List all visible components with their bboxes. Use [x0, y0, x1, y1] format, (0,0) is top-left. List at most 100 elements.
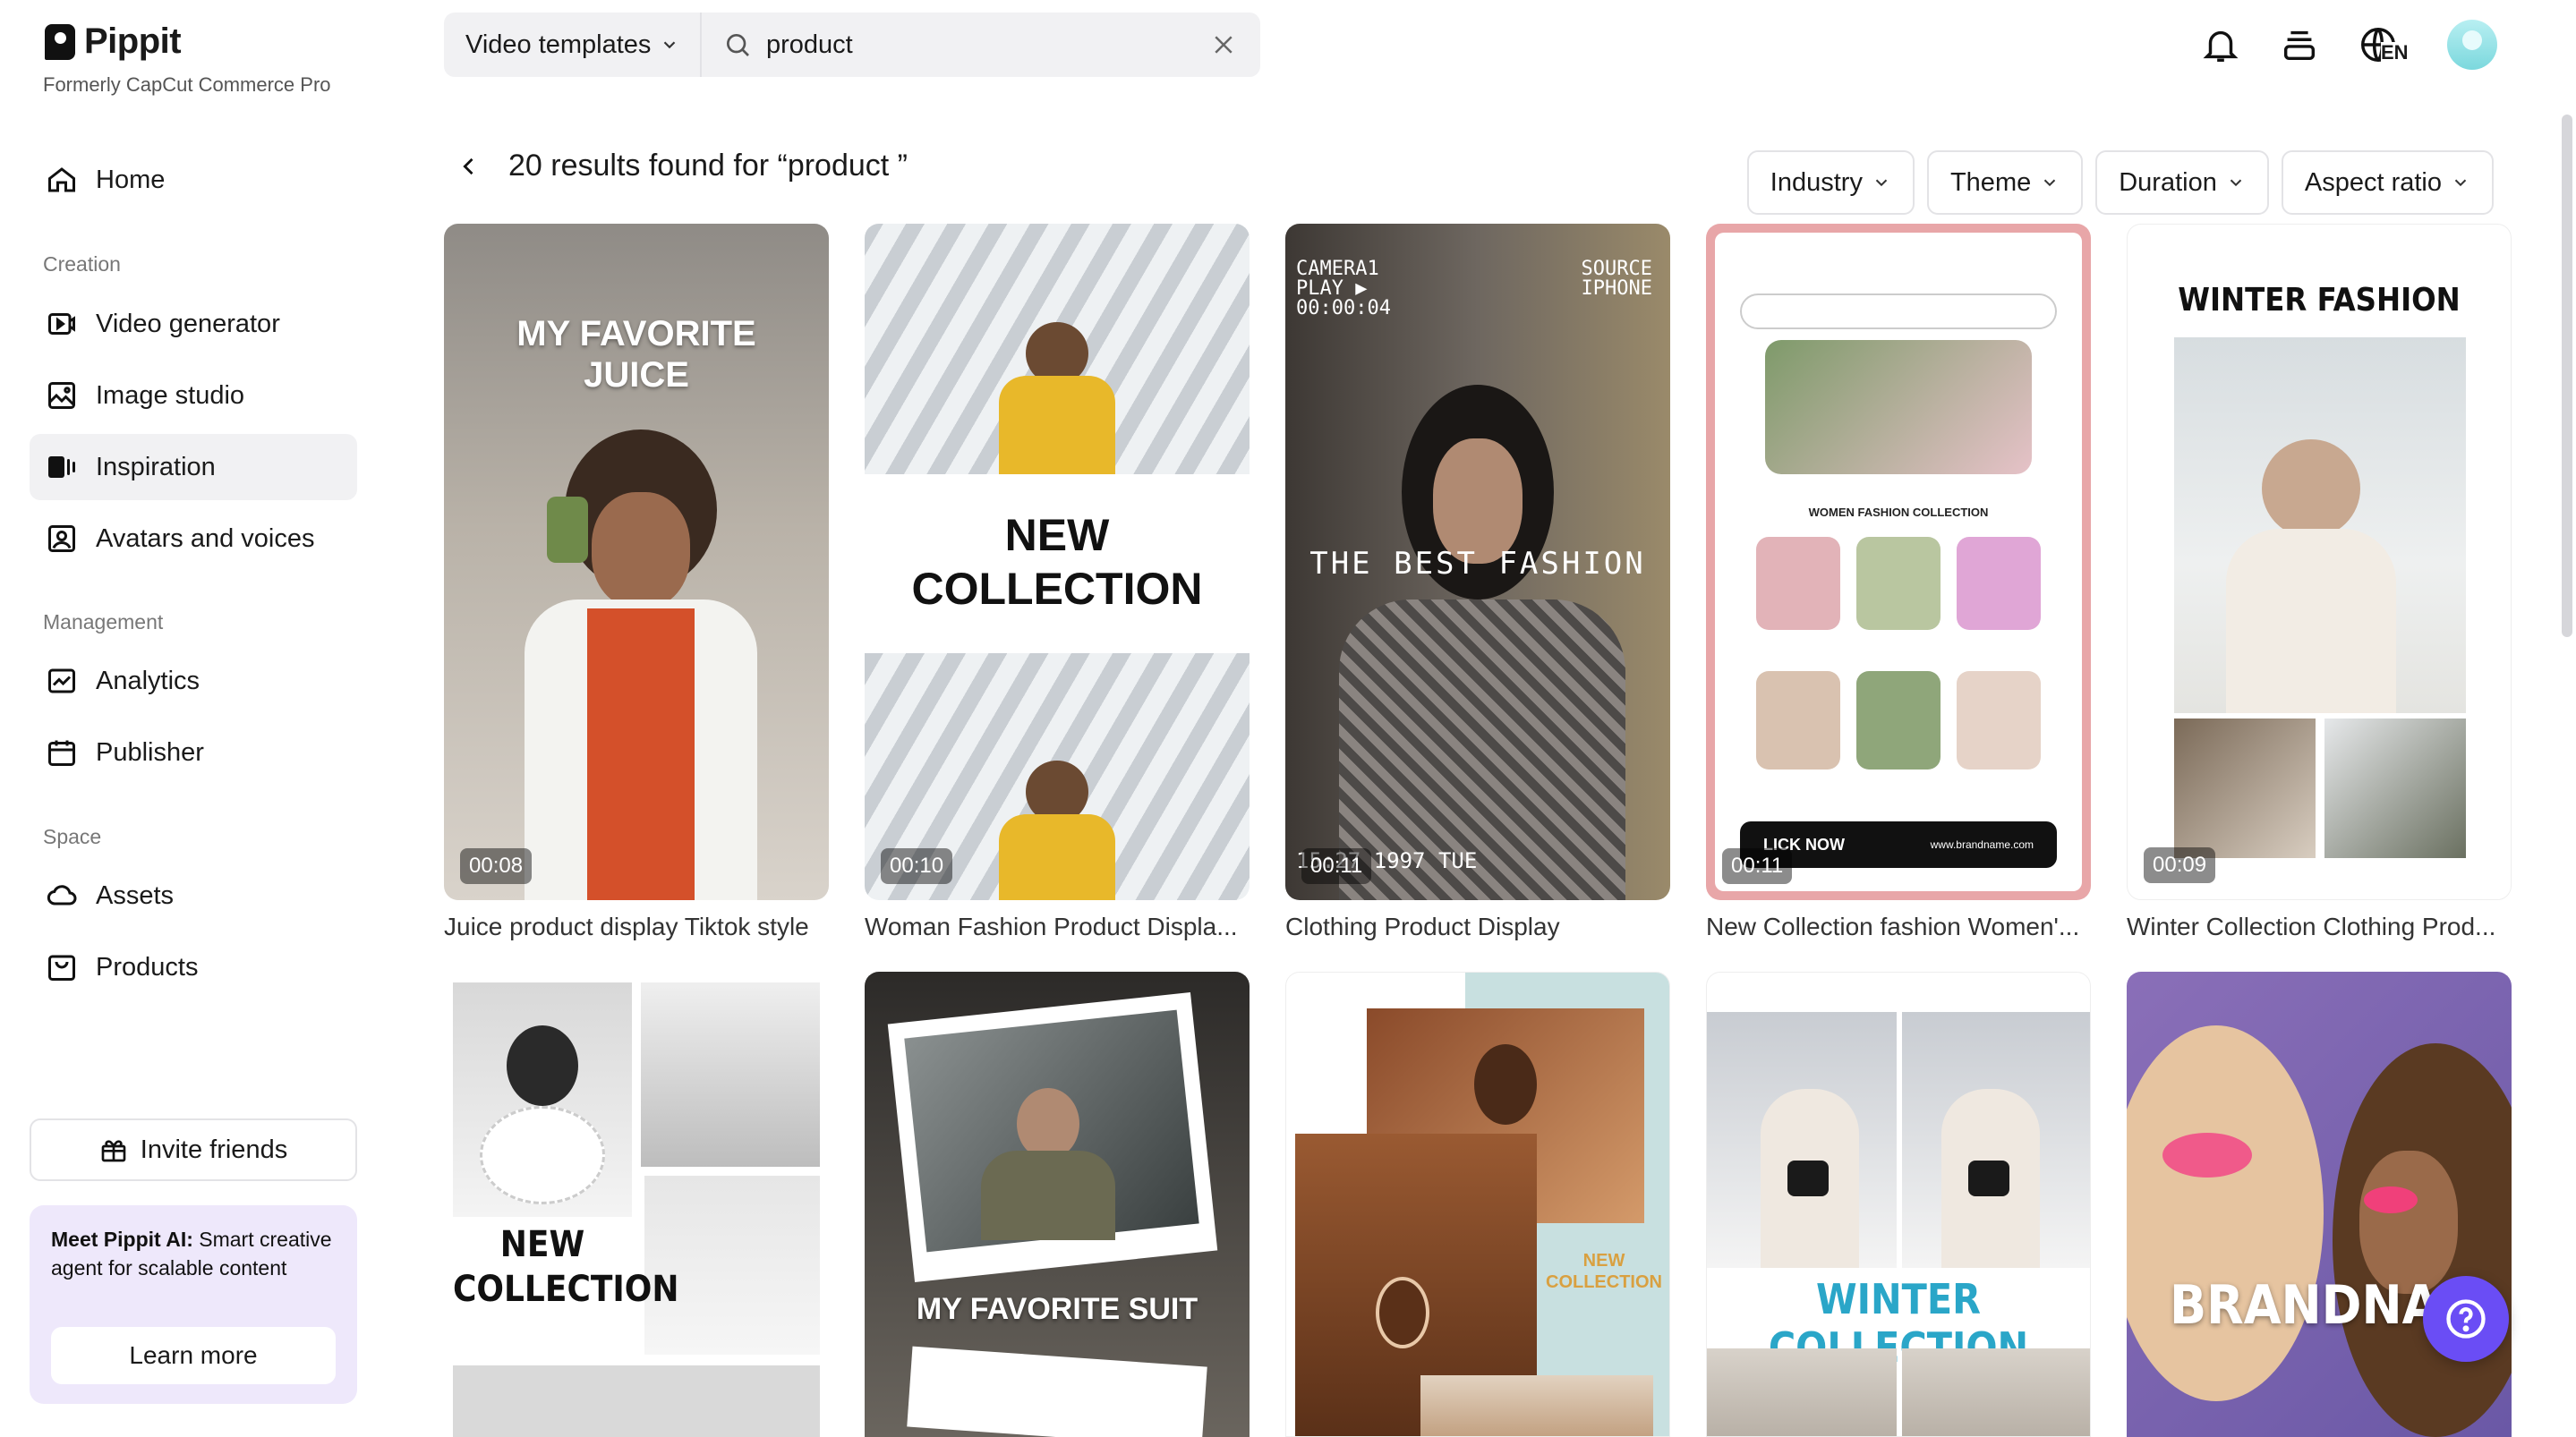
template-overlay-text: MY FAVORITE JUICE: [516, 314, 756, 395]
template-card[interactable]: MY FAVORITE SUIT: [865, 972, 1250, 1437]
sidebar-item-analytics[interactable]: Analytics: [30, 648, 357, 714]
sidebar-item-publisher[interactable]: Publisher: [30, 719, 357, 786]
filter-label: Theme: [1949, 167, 2032, 197]
sidebar-item-label: Video generator: [96, 309, 280, 338]
language-code: EN: [2381, 41, 2409, 64]
template-card[interactable]: MY FAVORITE JUICE 00:08 Juice product di…: [444, 224, 829, 940]
inspiration-icon: [48, 456, 75, 478]
camera-overlay-text: CAMERA1 PLAY ▶ 00:00:04: [1296, 258, 1391, 319]
filter-aspect-ratio[interactable]: Aspect ratio: [2281, 150, 2494, 215]
template-card[interactable]: NEW COLLECTION 00:10 Woman Fashion Produ…: [865, 224, 1250, 940]
filter-duration[interactable]: Duration: [2095, 150, 2269, 215]
help-button[interactable]: [2423, 1276, 2509, 1362]
sidebar-item-label: Home: [96, 165, 166, 194]
sidebar-item-label: Inspiration: [96, 452, 216, 481]
template-thumbnail[interactable]: WOMEN FASHION COLLECTION LICK NOW www.br…: [1706, 224, 2091, 900]
sidebar-item-inspiration[interactable]: Inspiration: [30, 434, 357, 500]
duration-badge: 00:11: [1301, 848, 1372, 884]
scrollbar[interactable]: [2562, 115, 2572, 637]
chevron-down-icon: [2454, 179, 2467, 187]
duration-badge: 00:09: [2144, 847, 2216, 883]
sidebar: Pippit Formerly CapCut Commerce Pro Home…: [0, 0, 385, 1432]
sidebar-item-label: Image studio: [96, 380, 245, 410]
bell-icon[interactable]: [2200, 24, 2241, 65]
chevron-down-icon: [2044, 179, 2056, 187]
brand-logo[interactable]: Pippit: [45, 21, 182, 62]
template-card[interactable]: WOMEN FASHION COLLECTION LICK NOW www.br…: [1706, 224, 2091, 940]
sidebar-item-image-studio[interactable]: Image studio: [30, 362, 357, 429]
duration-badge: 00:08: [460, 848, 533, 884]
source-overlay-text: SOURCE IPHONE: [1581, 258, 1652, 300]
template-card[interactable]: NEW COLLECTION: [444, 972, 829, 1437]
filter-label: Aspect ratio: [2304, 167, 2442, 197]
template-thumbnail[interactable]: MY FAVORITE JUICE 00:08: [444, 224, 829, 900]
template-thumbnail[interactable]: WINTER COLLECTION: [1706, 972, 2091, 1437]
promo-title: Meet Pippit AI:: [51, 1228, 193, 1251]
template-title[interactable]: Juice product display Tiktok style: [444, 913, 838, 941]
sidebar-item-label: Publisher: [96, 737, 204, 767]
results-count-text: 20 results found for “product ”: [508, 149, 908, 183]
filter-theme[interactable]: Theme: [1926, 150, 2084, 215]
template-card[interactable]: BRANDNAM: [2127, 972, 2512, 1437]
template-card[interactable]: WINTER COLLECTION: [1706, 972, 2091, 1437]
back-icon[interactable]: [456, 154, 482, 179]
template-thumbnail[interactable]: NEW COLLECTION: [444, 972, 829, 1437]
results-header: 20 results found for “product ”: [456, 149, 908, 183]
filter-bar: Industry Theme Duration Aspect ratio: [1746, 150, 2494, 215]
chevron-down-icon: [2230, 179, 2242, 187]
sidebar-item-label: Analytics: [96, 666, 200, 695]
filter-industry[interactable]: Industry: [1746, 150, 1915, 215]
template-card[interactable]: NEW COLLECTION: [1285, 972, 1670, 1437]
template-card[interactable]: CAMERA1 PLAY ▶ 00:00:04 SOURCE IPHONE TH…: [1285, 224, 1670, 940]
sidebar-item-assets[interactable]: Assets: [30, 863, 357, 929]
template-type-select[interactable]: Video templates: [444, 13, 702, 77]
template-thumbnail[interactable]: NEW COLLECTION 00:10: [865, 224, 1250, 900]
chevron-down-icon: [1875, 179, 1888, 187]
video-generator-icon: [48, 313, 75, 335]
cloud-icon: [47, 885, 77, 906]
template-title[interactable]: Winter Collection Clothing Prod...: [2127, 913, 2521, 941]
question-icon: [2446, 1299, 2486, 1339]
template-overlay-text: WOMEN FASHION COLLECTION: [1808, 506, 1989, 519]
header-actions: EN: [2200, 20, 2497, 70]
sidebar-item-products[interactable]: Products: [30, 934, 357, 1000]
template-overlay-text: NEW COLLECTION: [911, 510, 1203, 614]
brand-name: Pippit: [84, 21, 182, 61]
gift-icon: [101, 1140, 126, 1162]
template-title[interactable]: New Collection fashion Women'...: [1706, 913, 2100, 941]
template-type-value: Video templates: [465, 30, 652, 59]
invite-friends-button[interactable]: Invite friends: [30, 1118, 357, 1181]
template-overlay-text: THE BEST FASHION: [1309, 546, 1646, 582]
sidebar-item-video-generator[interactable]: Video generator: [30, 291, 357, 357]
chevron-down-icon: [664, 41, 676, 49]
overlay-url: www.brandname.com: [1930, 838, 2034, 851]
search-bar: Video templates product: [444, 13, 1260, 77]
search-query: product: [766, 30, 853, 59]
section-space: Space: [43, 825, 102, 848]
language-button[interactable]: EN: [2358, 24, 2410, 65]
learn-more-button[interactable]: Learn more: [51, 1327, 336, 1384]
sidebar-item-avatars-voices[interactable]: Avatars and voices: [30, 506, 357, 572]
template-card[interactable]: WINTER FASHION 00:09 Winter Collection C…: [2127, 224, 2512, 940]
search-icon: [727, 34, 749, 56]
template-thumbnail[interactable]: NEW COLLECTION: [1285, 972, 1670, 1437]
filter-label: Industry: [1770, 167, 1863, 197]
template-overlay-text: MY FAVORITE SUIT: [916, 1292, 1198, 1326]
product-box-icon: [48, 955, 75, 981]
analytics-icon: [48, 668, 75, 693]
template-title[interactable]: Woman Fashion Product Displa...: [865, 913, 1258, 941]
template-thumbnail[interactable]: MY FAVORITE SUIT: [865, 972, 1250, 1437]
search-input[interactable]: product: [702, 30, 1260, 60]
template-thumbnail[interactable]: CAMERA1 PLAY ▶ 00:00:04 SOURCE IPHONE TH…: [1285, 224, 1670, 900]
template-overlay-text: NEW COLLECTION: [1546, 1251, 1662, 1292]
close-icon[interactable]: [1210, 31, 1237, 58]
sidebar-item-home[interactable]: Home: [30, 147, 357, 213]
user-avatar[interactable]: [2447, 20, 2497, 70]
template-title[interactable]: Clothing Product Display: [1285, 913, 1679, 941]
pippit-logo-icon: [45, 23, 75, 60]
template-thumbnail[interactable]: WINTER FASHION 00:09: [2127, 224, 2512, 900]
stack-icon[interactable]: [2279, 24, 2320, 65]
home-icon: [48, 167, 75, 192]
avatar-icon: [48, 525, 75, 552]
template-thumbnail[interactable]: BRANDNAM: [2127, 972, 2512, 1437]
